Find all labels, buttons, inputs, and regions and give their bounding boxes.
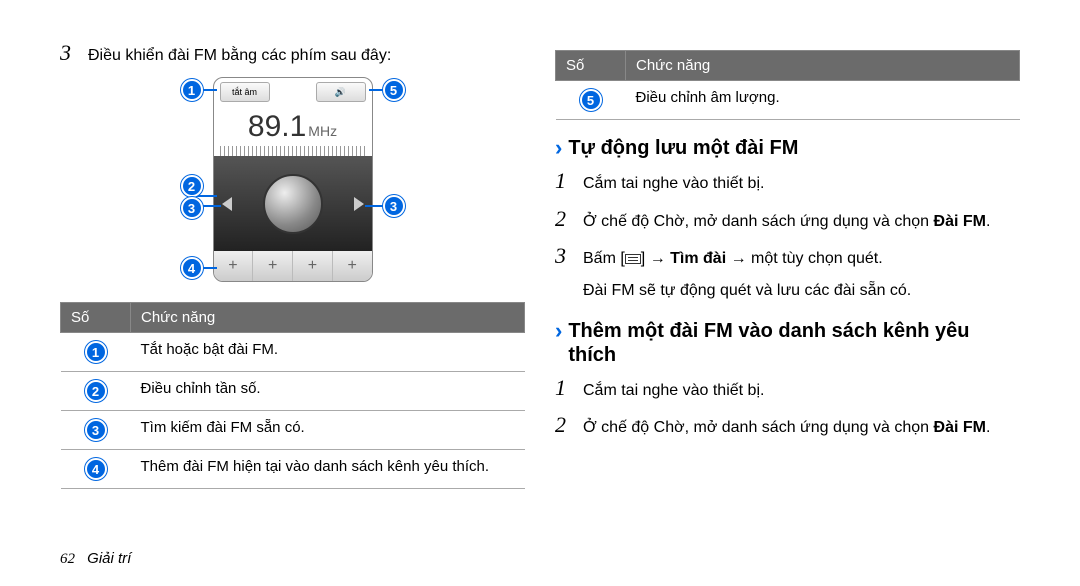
callout-3-left: 3 — [181, 197, 203, 219]
col-header-function: Chức năng — [626, 51, 1020, 81]
row-text: Điều chỉnh tần số. — [131, 372, 525, 411]
step-text: Cắm tai nghe vào thiết bị. — [583, 380, 764, 402]
step-number: 1 — [555, 375, 583, 401]
note-text: Đài FM sẽ tự động quét và lưu các đài sẵ… — [583, 280, 911, 302]
row-text: Tắt hoặc bật đài FM. — [131, 333, 525, 372]
intro-step: 3 Điều khiển đài FM bằng các phím sau đâ… — [60, 40, 525, 67]
step: 2 Ở chế độ Chờ, mở danh sách ứng dụng và… — [555, 206, 1020, 233]
frequency-number: 89.1 — [248, 110, 306, 143]
frequency-ruler — [220, 146, 366, 156]
note: Đài FM sẽ tự động quét và lưu các đài sẵ… — [555, 280, 1020, 302]
seek-right-icon — [354, 197, 364, 211]
step: 1 Cắm tai nghe vào thiết bị. — [555, 375, 1020, 402]
add-favorite-icon: + — [214, 251, 254, 281]
row-number-icon: 2 — [85, 380, 107, 402]
favorites-row: ++++ — [214, 251, 372, 281]
step-number: 2 — [555, 206, 583, 232]
step-text: Cắm tai nghe vào thiết bị. — [583, 173, 764, 195]
row-text: Thêm đài FM hiện tại vào danh sách kênh … — [131, 450, 525, 489]
intro-text: Điều khiển đài FM bằng các phím sau đây: — [88, 45, 391, 67]
step: 3 Bấm [] → Tìm đài → một tùy chọn quét. — [555, 243, 1020, 270]
step-text: Ở chế độ Chờ, mở danh sách ứng dụng và c… — [583, 211, 990, 233]
row-number-icon: 3 — [85, 419, 107, 441]
step-text: Ở chế độ Chờ, mở danh sách ứng dụng và c… — [583, 417, 990, 439]
volume-button: 🔊 — [316, 82, 366, 102]
page-number: 62 — [60, 551, 75, 567]
function-table-right: Số Chức năng 5 Điều chỉnh âm lượng. — [555, 50, 1020, 120]
step: 2 Ở chế độ Chờ, mở danh sách ứng dụng và… — [555, 412, 1020, 439]
step-number: 3 — [60, 40, 88, 66]
frequency-display: 89.1MHz — [214, 106, 372, 146]
heading-text: Thêm một đài FM vào danh sách kênh yêu t… — [568, 319, 1020, 367]
table-row: 5 Điều chỉnh âm lượng. — [556, 81, 1020, 120]
chevron-icon: › — [555, 136, 562, 160]
callout-2: 2 — [181, 175, 203, 197]
table-row: 3 Tìm kiếm đài FM sẵn có. — [61, 411, 525, 450]
tuning-dial — [263, 174, 323, 234]
col-header-number: Số — [61, 303, 131, 333]
step-number: 1 — [555, 168, 583, 194]
tuning-dial-area — [214, 156, 372, 251]
frequency-unit: MHz — [308, 123, 337, 139]
menu-icon — [625, 254, 641, 264]
step-text: Bấm [] → Tìm đài → một tùy chọn quét. — [583, 248, 883, 270]
section-heading-auto-save: › Tự động lưu một đài FM — [555, 136, 1020, 160]
table-row: 2 Điều chỉnh tần số. — [61, 372, 525, 411]
heading-text: Tự động lưu một đài FM — [568, 136, 798, 160]
callout-1: 1 — [181, 79, 203, 101]
table-row: 1 Tắt hoặc bật đài FM. — [61, 333, 525, 372]
row-text: Tìm kiếm đài FM sẵn có. — [131, 411, 525, 450]
row-number-icon: 4 — [85, 458, 107, 480]
page-footer: 62 Giải trí — [60, 550, 131, 568]
mute-button: tắt âm — [220, 82, 270, 102]
chevron-icon: › — [555, 319, 562, 343]
row-text: Điều chỉnh âm lượng. — [626, 81, 1020, 120]
callout-3-right: 3 — [383, 195, 405, 217]
section-heading-add-favorite: › Thêm một đài FM vào danh sách kênh yêu… — [555, 319, 1020, 367]
step-number: 2 — [555, 412, 583, 438]
row-number-icon: 5 — [580, 89, 602, 111]
col-header-number: Số — [556, 51, 626, 81]
step-number: 3 — [555, 243, 583, 269]
section-name: Giải trí — [87, 550, 131, 567]
seek-left-icon — [222, 197, 232, 211]
fm-radio-illustration: tắt âm 🔊 89.1MHz ++++ 1 — [193, 77, 393, 282]
callout-4: 4 — [181, 257, 203, 279]
step: 1 Cắm tai nghe vào thiết bị. — [555, 168, 1020, 195]
function-table-left: Số Chức năng 1 Tắt hoặc bật đài FM. 2 Điều… — [60, 302, 525, 489]
table-row: 4 Thêm đài FM hiện tại vào danh sách kênh… — [61, 450, 525, 489]
col-header-function: Chức năng — [131, 303, 525, 333]
callout-5: 5 — [383, 79, 405, 101]
row-number-icon: 1 — [85, 341, 107, 363]
